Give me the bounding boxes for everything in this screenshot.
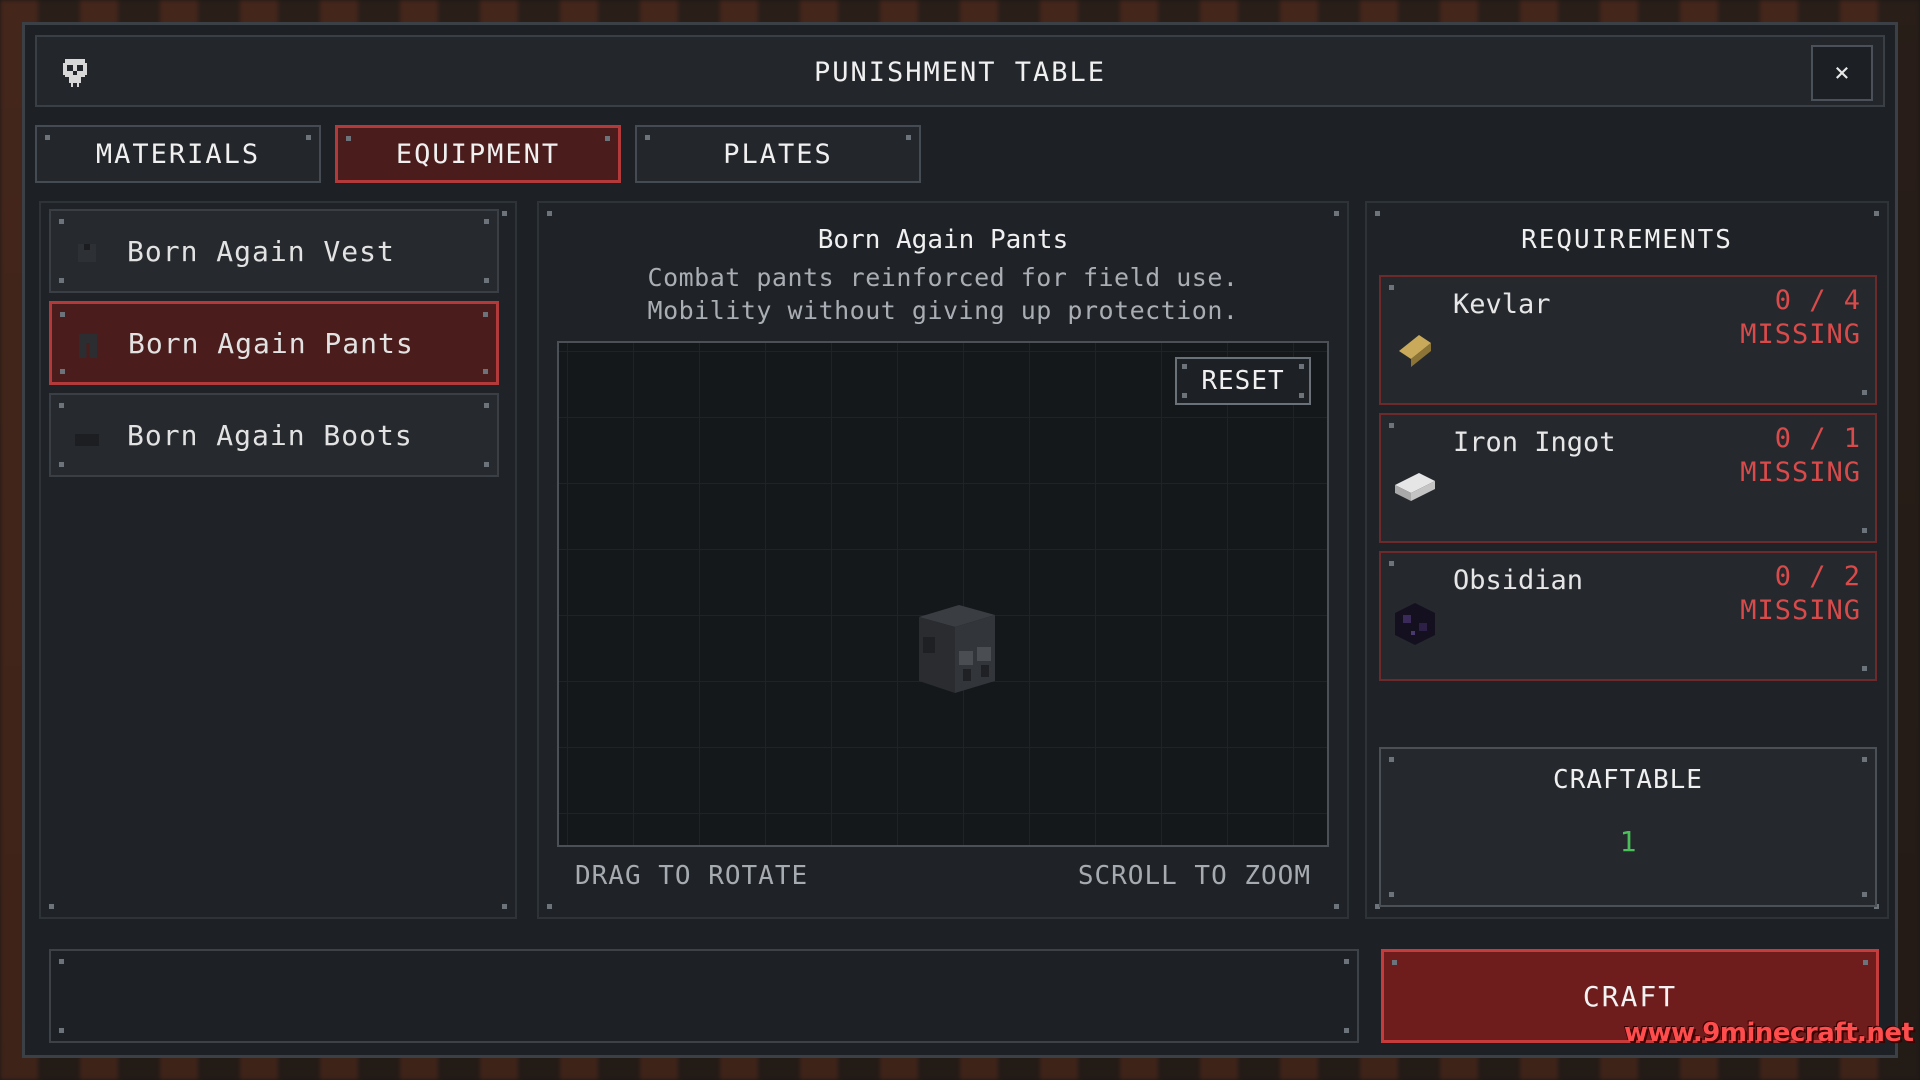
iron-ingot-icon — [1395, 473, 1435, 501]
bottom-status-bar — [49, 949, 1359, 1043]
list-item-born-again-pants[interactable]: Born Again Pants — [49, 301, 499, 385]
tab-plates[interactable]: PLATES — [635, 125, 921, 183]
preview-panel: Born Again Pants Combat pants reinforced… — [537, 201, 1349, 919]
kevlar-icon — [1399, 335, 1431, 367]
craftable-count: 1 — [1619, 825, 1637, 858]
close-button[interactable]: × — [1811, 45, 1873, 101]
requirement-count: 0 / 1 — [1774, 423, 1861, 454]
preview-title: Born Again Pants — [817, 225, 1069, 255]
reset-button[interactable]: RESET — [1175, 357, 1311, 405]
requirement-name: Iron Ingot — [1453, 427, 1616, 458]
equipment-list-panel: Born Again Vest Born Again Pants Born Ag… — [39, 201, 517, 919]
requirement-status: MISSING — [1740, 457, 1861, 488]
requirement-name: Kevlar — [1453, 289, 1551, 320]
drag-to-rotate-hint: DRAG TO ROTATE — [575, 861, 809, 891]
pants-model — [919, 605, 995, 693]
tab-label: EQUIPMENT — [395, 138, 561, 170]
craftable-box: CRAFTABLE 1 — [1379, 747, 1877, 907]
requirement-status: MISSING — [1740, 595, 1861, 626]
list-item-label: Born Again Vest — [127, 234, 395, 268]
scroll-to-zoom-hint: SCROLL TO ZOOM — [1077, 861, 1311, 891]
requirements-panel: REQUIREMENTS Kevlar 0 / 4 MISSING Iron I… — [1365, 201, 1889, 919]
window-title: PUNISHMENT TABLE — [813, 57, 1107, 88]
tab-label: MATERIALS — [95, 138, 261, 170]
reset-label: RESET — [1201, 366, 1285, 396]
requirement-status: MISSING — [1740, 319, 1861, 350]
list-item-label: Born Again Pants — [128, 326, 414, 360]
requirement-count: 0 / 2 — [1774, 561, 1861, 592]
requirements-title: REQUIREMENTS — [1521, 225, 1733, 255]
requirement-kevlar: Kevlar 0 / 4 MISSING — [1379, 275, 1877, 405]
list-item-born-again-boots[interactable]: Born Again Boots — [49, 393, 499, 477]
boots-icon — [75, 434, 99, 446]
watermark: www.9minecraft.net — [1624, 1018, 1914, 1048]
requirement-count: 0 / 4 — [1774, 285, 1861, 316]
tab-label: PLATES — [723, 138, 833, 170]
pants-icon — [79, 334, 97, 358]
vest-icon — [78, 244, 96, 262]
tab-equipment[interactable]: EQUIPMENT — [335, 125, 621, 183]
punishment-table-window: PUNISHMENT TABLE × MATERIALS EQUIPMENT P… — [22, 22, 1898, 1058]
close-icon: × — [1834, 58, 1850, 88]
craft-label: CRAFT — [1582, 979, 1678, 1013]
requirement-obsidian: Obsidian 0 / 2 MISSING — [1379, 551, 1877, 681]
title-bar: PUNISHMENT TABLE × — [35, 35, 1885, 107]
list-item-born-again-vest[interactable]: Born Again Vest — [49, 209, 499, 293]
requirement-name: Obsidian — [1453, 565, 1584, 596]
preview-description-line1: Combat pants reinforced for field use. — [647, 263, 1239, 292]
preview-description-line2: Mobility without giving up protection. — [647, 296, 1239, 325]
craftable-label: CRAFTABLE — [1553, 765, 1703, 795]
3d-model-viewport[interactable]: RESET — [557, 341, 1329, 847]
list-item-label: Born Again Boots — [127, 418, 413, 452]
obsidian-icon — [1395, 603, 1435, 645]
tab-materials[interactable]: MATERIALS — [35, 125, 321, 183]
requirement-iron-ingot: Iron Ingot 0 / 1 MISSING — [1379, 413, 1877, 543]
